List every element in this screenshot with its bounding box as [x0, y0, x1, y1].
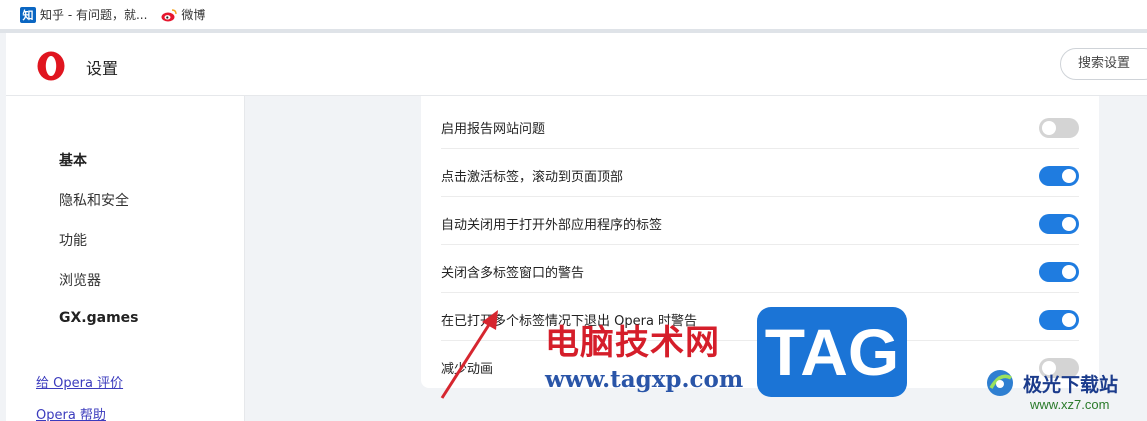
setting-row-close-multi-tab-warning: 关闭含多标签窗口的警告 [421, 245, 1099, 293]
bookmark-zhihu[interactable]: 知 知乎 - 有问题，就... [20, 6, 147, 23]
xz7-logo-icon [987, 370, 1013, 396]
toggle-knob [1062, 313, 1076, 327]
toggle-knob [1062, 217, 1076, 231]
opera-logo-icon [37, 51, 65, 81]
rate-opera-link[interactable]: 给 Opera 评价 [36, 372, 123, 391]
page-title: 设置 [86, 59, 119, 78]
setting-label: 点击激活标签，滚动到页面顶部 [441, 170, 624, 185]
toggle-knob [1042, 121, 1056, 135]
annotation-arrow-icon [440, 310, 498, 399]
settings-header: 设置 搜索设置 [6, 33, 1147, 96]
setting-row-auto-close-external: 自动关闭用于打开外部应用程序的标签 [421, 197, 1099, 245]
sidebar-item-basic[interactable]: 基本 [59, 150, 87, 170]
bookmark-label: 微博 [181, 8, 206, 22]
bookmarks-bar: 知 知乎 - 有问题，就... 微博 [0, 0, 1147, 29]
sidebar-item-browser[interactable]: 浏览器 [59, 270, 101, 290]
setting-row-report-site-issues: 启用报告网站问题 [421, 101, 1099, 149]
zhihu-icon: 知 [20, 6, 36, 23]
toggle-switch[interactable] [1039, 310, 1079, 330]
sidebar-item-privacy[interactable]: 隐私和安全 [59, 190, 129, 210]
sidebar-item-gx-games[interactable]: GX.games [59, 310, 139, 326]
toggle-switch[interactable] [1039, 214, 1079, 234]
watermark-tag-logo: TAG [757, 307, 907, 397]
search-settings-button[interactable]: 搜索设置 [1060, 48, 1147, 80]
watermark-site-url: www.xz7.com [1030, 397, 1110, 412]
sidebar: 基本 隐私和安全 功能 浏览器 GX.games 给 Opera 评价 Oper… [6, 96, 245, 421]
watermark-site-name: 极光下载站 [1023, 374, 1119, 396]
toggle-switch[interactable] [1039, 118, 1079, 138]
toggle-switch[interactable] [1039, 262, 1079, 282]
opera-help-link[interactable]: Opera 帮助 [36, 404, 106, 421]
setting-label: 关闭含多标签窗口的警告 [441, 266, 585, 281]
toggle-switch[interactable] [1039, 166, 1079, 186]
setting-label: 启用报告网站问题 [441, 122, 546, 137]
bookmark-label: 知乎 - 有问题，就... [40, 8, 148, 22]
weibo-icon [161, 8, 178, 21]
toggle-knob [1062, 265, 1076, 279]
setting-row-scroll-to-top: 点击激活标签，滚动到页面顶部 [421, 149, 1099, 197]
bookmark-weibo[interactable]: 微博 [161, 6, 205, 23]
sidebar-item-features[interactable]: 功能 [59, 230, 87, 250]
setting-label: 自动关闭用于打开外部应用程序的标签 [441, 218, 663, 233]
toggle-knob [1062, 169, 1076, 183]
watermark-text: 电脑技术网 [545, 323, 720, 363]
watermark-url: www.tagxp.com [545, 366, 744, 393]
